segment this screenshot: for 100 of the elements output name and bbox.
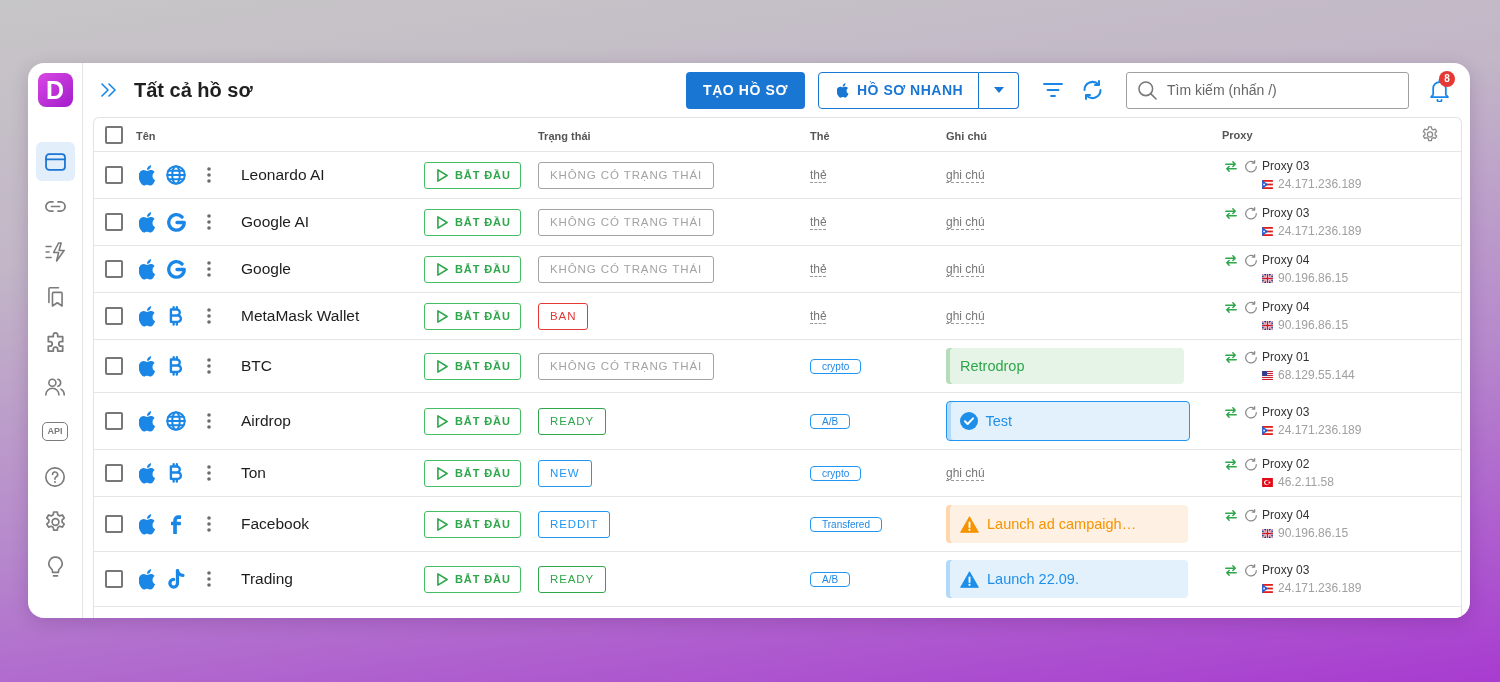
tag-placeholder[interactable]: thẻ [810, 214, 827, 230]
note-callout[interactable]: Retrodrop [946, 348, 1184, 384]
start-button[interactable]: BẮT ĐẦU [424, 302, 521, 330]
swap-arrows-icon[interactable] [1225, 301, 1237, 313]
note-placeholder[interactable]: ghi chú [946, 465, 985, 481]
note-callout[interactable]: Test [946, 401, 1190, 441]
vertical-dots-icon[interactable] [207, 516, 211, 532]
tag-chip[interactable]: A/B [810, 571, 851, 587]
status-label[interactable]: READY [538, 565, 607, 593]
proxy-name: Proxy 04 [1262, 252, 1310, 269]
checkbox[interactable] [105, 125, 123, 144]
refresh-icon[interactable] [1083, 80, 1102, 100]
status-label[interactable]: BAN [538, 302, 589, 330]
swap-arrows-icon[interactable] [1225, 509, 1237, 521]
circular-arrow-icon[interactable] [1245, 253, 1257, 267]
tag-placeholder[interactable]: thẻ [810, 167, 827, 183]
start-button[interactable]: BẮT ĐẦU [424, 565, 521, 593]
tag-placeholder[interactable]: thẻ [810, 308, 827, 324]
status-label[interactable]: REDDIT [538, 510, 611, 538]
note-placeholder[interactable]: ghi chú [946, 261, 985, 277]
swap-arrows-icon[interactable] [1225, 458, 1237, 470]
note-placeholder[interactable]: ghi chú [946, 308, 985, 324]
circular-arrow-icon[interactable] [1245, 159, 1257, 173]
circular-arrow-icon[interactable] [1245, 206, 1257, 220]
proxy-name: Proxy 04 [1262, 507, 1310, 524]
status-label[interactable]: READY [538, 407, 607, 435]
start-button[interactable]: BẮT ĐẦU [424, 352, 521, 380]
circular-arrow-icon[interactable] [1245, 350, 1257, 364]
checkbox[interactable] [105, 357, 123, 375]
double-chevron-icon[interactable] [101, 83, 116, 97]
apple-icon [139, 164, 156, 186]
start-button[interactable]: BẮT ĐẦU [424, 208, 521, 236]
circular-arrow-icon[interactable] [1245, 300, 1257, 314]
tag-chip[interactable]: crypto [810, 465, 862, 481]
tag-chip[interactable]: crypto [810, 358, 862, 374]
start-button[interactable]: BẮT ĐẦU [424, 459, 521, 487]
us-flag-icon [1262, 370, 1273, 380]
vertical-dots-icon[interactable] [207, 358, 211, 374]
circular-arrow-icon[interactable] [1245, 457, 1257, 471]
proxy-ip: 24.171.236.189 [1278, 422, 1362, 439]
tag-placeholder[interactable]: thẻ [810, 261, 827, 277]
circular-arrow-icon[interactable] [1245, 563, 1257, 577]
checkbox[interactable] [105, 260, 123, 278]
start-button[interactable]: BẮT ĐẦU [424, 407, 521, 435]
swap-arrows-icon[interactable] [1225, 254, 1237, 266]
play-icon [437, 466, 448, 480]
proxy-name: Proxy 03 [1262, 562, 1310, 579]
vertical-dots-icon[interactable] [207, 167, 211, 183]
checkbox[interactable] [105, 412, 123, 430]
start-button[interactable]: BẮT ĐẦU [424, 255, 521, 283]
settings-icon[interactable] [1422, 126, 1438, 143]
create-profile-button[interactable]: TẠO HỒ SƠ [686, 71, 805, 109]
nav-button[interactable] [35, 142, 75, 181]
vertical-dots-icon[interactable] [207, 214, 211, 230]
swap-arrows-icon[interactable] [1225, 351, 1237, 363]
checkbox[interactable] [105, 307, 123, 325]
profile-name: Google [241, 260, 291, 278]
checkbox[interactable] [105, 166, 123, 184]
status-label[interactable]: KHÔNG CÓ TRẠNG THÁI [538, 161, 715, 189]
tag-chip[interactable]: A/B [810, 413, 851, 429]
checkbox[interactable] [105, 464, 123, 482]
checkbox[interactable] [105, 515, 123, 533]
status-label[interactable]: KHÔNG CÓ TRẠNG THÁI [538, 255, 715, 283]
tag-chip[interactable]: Transfered [810, 516, 882, 532]
start-button[interactable]: BẮT ĐẦU [424, 510, 521, 538]
nav-button[interactable]: API [35, 412, 75, 451]
note-placeholder[interactable]: ghi chú [946, 167, 985, 183]
vertical-dots-icon[interactable] [207, 413, 211, 429]
apple-icon [139, 305, 156, 327]
status-label[interactable]: NEW [538, 459, 592, 487]
column-header: Ghi chú [946, 129, 987, 142]
settings-icon [44, 510, 66, 533]
quick-profile-button[interactable]: HỒ SƠ NHANH [818, 71, 979, 109]
checkbox[interactable] [105, 570, 123, 588]
vertical-dots-icon[interactable] [207, 571, 211, 587]
note-placeholder[interactable]: ghi chú [946, 214, 985, 230]
api-icon: API [42, 422, 68, 441]
swap-arrows-icon[interactable] [1225, 564, 1237, 576]
swap-arrows-icon[interactable] [1225, 406, 1237, 418]
profile-name: Leonardo AI [241, 166, 325, 184]
vertical-dots-icon[interactable] [207, 308, 211, 324]
filter-icon[interactable] [1043, 82, 1063, 98]
swap-arrows-icon[interactable] [1225, 207, 1237, 219]
start-button[interactable]: BẮT ĐẦU [424, 161, 521, 189]
note-callout[interactable]: Launch ad campaigh… [946, 505, 1188, 543]
swap-arrows-icon[interactable] [1225, 160, 1237, 172]
play-icon [437, 309, 448, 323]
proxy-ip: 46.2.11.58 [1278, 474, 1334, 491]
note-callout[interactable]: Launch 22.09. [946, 560, 1188, 598]
status-label[interactable]: KHÔNG CÓ TRẠNG THÁI [538, 208, 715, 236]
circular-arrow-icon[interactable] [1245, 508, 1257, 522]
search-field[interactable]: Tìm kiếm (nhấn /) [1126, 71, 1409, 109]
vertical-dots-icon[interactable] [207, 261, 211, 277]
circular-arrow-icon[interactable] [1245, 405, 1257, 419]
profile-name: Google AI [241, 213, 310, 231]
status-label[interactable]: KHÔNG CÓ TRẠNG THÁI [538, 352, 715, 380]
dropdown-button[interactable] [979, 71, 1019, 109]
vertical-dots-icon[interactable] [207, 465, 211, 481]
checkbox[interactable] [105, 213, 123, 231]
notification-badge: 8 [1439, 70, 1455, 87]
